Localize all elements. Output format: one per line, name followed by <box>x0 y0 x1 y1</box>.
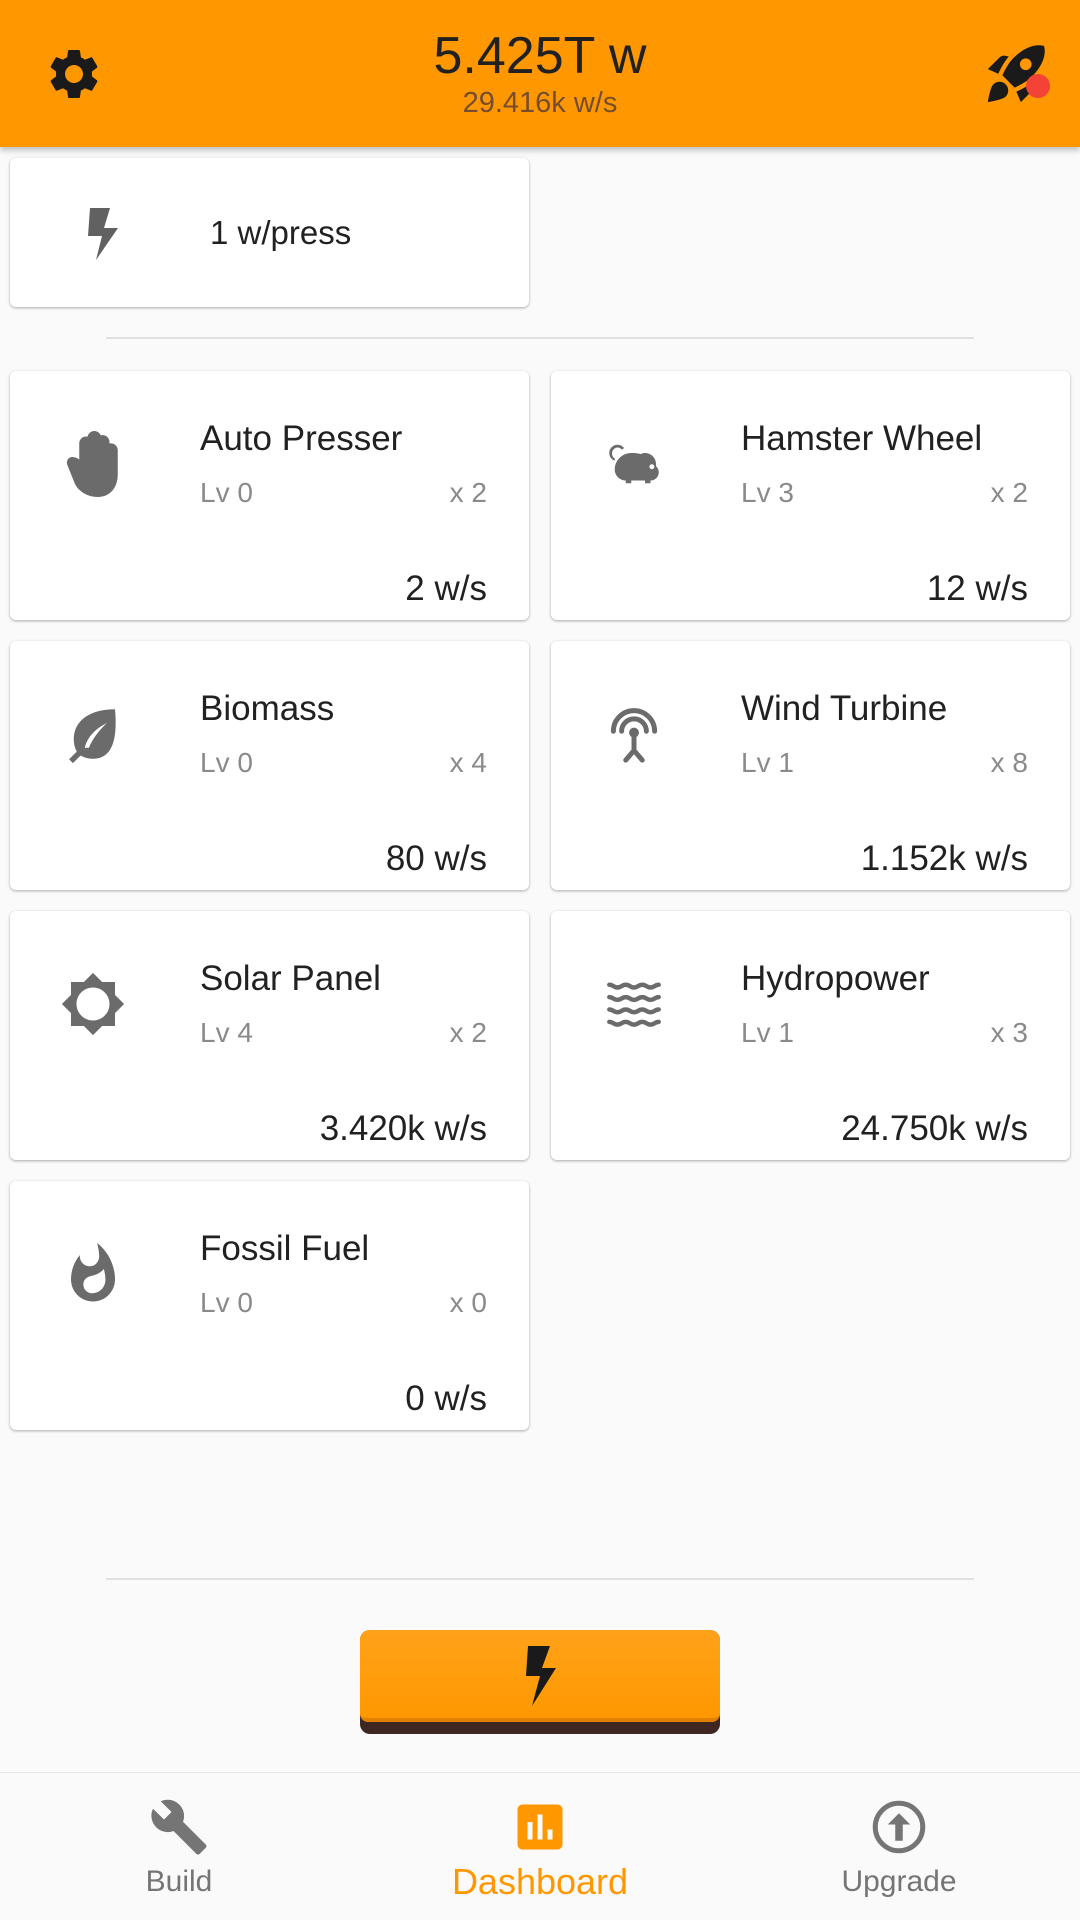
generator-name: Hydropower <box>741 959 930 998</box>
generator-card-wind-turbine[interactable]: Wind Turbine Lv 1 x 8 1.152k w/s <box>551 641 1070 890</box>
generator-name: Solar Panel <box>200 959 381 998</box>
generator-card-hydropower[interactable]: Hydropower Lv 1 x 3 24.750k w/s <box>551 911 1070 1160</box>
boost-button[interactable] <box>982 38 1052 108</box>
bolt-icon <box>88 208 118 260</box>
generator-multiplier: x 2 <box>449 1017 487 1048</box>
leaf-icon <box>69 709 116 764</box>
generator-card-solar-panel[interactable]: Solar Panel Lv 4 x 2 3.420k w/s <box>10 911 529 1160</box>
generator-multiplier: x 2 <box>449 477 487 508</box>
wind-turbine-icon <box>610 708 658 763</box>
generator-name: Biomass <box>200 689 335 728</box>
app-bar: 5.425T w 29.416k w/s <box>0 0 1080 147</box>
press-energy-button[interactable] <box>360 1630 720 1734</box>
generator-card-hamster-wheel[interactable]: Hamster Wheel Lv 3 x 2 12 w/s <box>551 371 1070 620</box>
notification-dot <box>1026 74 1050 98</box>
generator-output: 80 w/s <box>385 839 487 878</box>
generator-level: Lv 4 <box>200 1017 253 1048</box>
generator-name: Auto Presser <box>200 419 403 458</box>
generator-level: Lv 1 <box>741 1017 794 1048</box>
flame-icon <box>71 1242 115 1302</box>
bottom-navigation: Build Dashboard Upgrade <box>0 1772 1080 1920</box>
nav-label: Build <box>145 1865 213 1898</box>
energy-rate: 29.416k w/s <box>462 87 618 119</box>
generator-card-biomass[interactable]: Biomass Lv 0 x 4 80 w/s <box>10 641 529 890</box>
generator-name: Hamster Wheel <box>741 419 983 458</box>
nav-build[interactable]: Build <box>49 1773 309 1920</box>
generator-multiplier: x 2 <box>990 477 1028 508</box>
waves-icon <box>607 982 661 1027</box>
bolt-icon <box>526 1646 556 1706</box>
dashboard-icon <box>517 1804 563 1850</box>
generator-level: Lv 0 <box>200 747 253 778</box>
nav-label: Upgrade <box>841 1865 957 1898</box>
generator-output: 0 w/s <box>405 1379 487 1418</box>
generator-level: Lv 3 <box>741 477 794 508</box>
generator-multiplier: x 4 <box>449 747 487 778</box>
press-rate-label: 1 w/press <box>210 214 352 251</box>
generator-name: Wind Turbine <box>741 689 948 728</box>
generator-card-auto-presser[interactable]: Auto Presser Lv 0 x 2 2 w/s <box>10 371 529 620</box>
hamster-icon <box>609 444 659 484</box>
generator-output: 2 w/s <box>405 569 487 608</box>
generator-output: 3.420k w/s <box>319 1109 487 1148</box>
generator-level: Lv 0 <box>200 477 253 508</box>
manual-press-card[interactable]: 1 w/press <box>10 158 529 307</box>
sun-icon <box>61 972 125 1036</box>
generator-name: Fossil Fuel <box>200 1229 370 1268</box>
generator-multiplier: x 3 <box>990 1017 1028 1048</box>
nav-label: Dashboard <box>451 1861 629 1902</box>
rocket-icon <box>987 45 1045 103</box>
generator-multiplier: x 8 <box>990 747 1028 778</box>
generator-level: Lv 1 <box>741 747 794 778</box>
generator-output: 1.152k w/s <box>860 839 1028 878</box>
divider <box>106 1578 974 1580</box>
nav-upgrade[interactable]: Upgrade <box>769 1773 1029 1920</box>
wrench-icon <box>151 1799 207 1855</box>
generator-output: 12 w/s <box>926 569 1028 608</box>
generator-multiplier: x 0 <box>449 1287 487 1318</box>
hand-icon <box>66 431 118 497</box>
generator-output: 24.750k w/s <box>841 1109 1028 1148</box>
upgrade-icon <box>872 1800 926 1854</box>
nav-dashboard[interactable]: Dashboard <box>410 1773 670 1920</box>
divider <box>106 337 974 339</box>
generator-card-fossil-fuel[interactable]: Fossil Fuel Lv 0 x 0 0 w/s <box>10 1181 529 1430</box>
total-energy: 5.425T w <box>433 27 647 85</box>
generator-level: Lv 0 <box>200 1287 253 1318</box>
